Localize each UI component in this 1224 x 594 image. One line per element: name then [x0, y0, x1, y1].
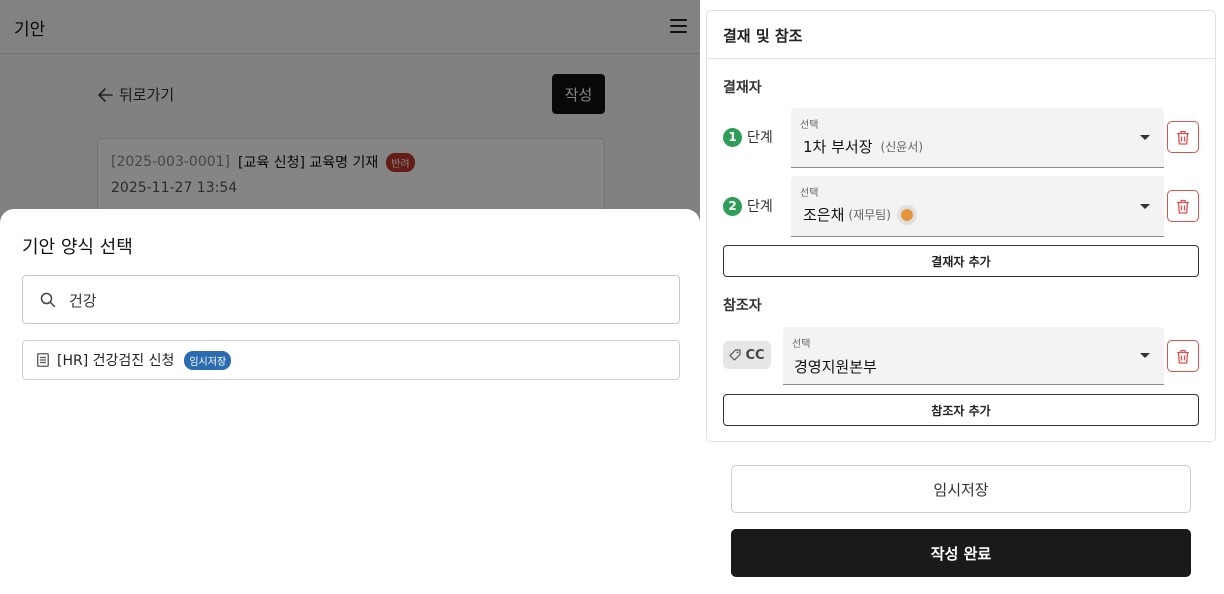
- approver-name: 조은채: [803, 206, 845, 224]
- search-box: [22, 275, 680, 324]
- dropdown-caret-icon: [1140, 135, 1150, 140]
- reference-select-1[interactable]: 선택 경영지원본부: [783, 327, 1164, 385]
- cc-chip: CC: [723, 341, 771, 369]
- delete-approver-button-1[interactable]: [1167, 121, 1199, 153]
- step-number-badge: 2: [723, 196, 742, 216]
- select-caption: 선택: [792, 339, 811, 350]
- select-caption: 선택: [800, 120, 819, 131]
- select-value: 1차 부서장 (신윤서): [803, 136, 923, 157]
- dropdown-caret-icon: [1140, 353, 1150, 358]
- card-header: 결재 및 참조: [707, 11, 1215, 59]
- select-caption: 선택: [800, 188, 819, 199]
- trash-icon: [1177, 130, 1189, 145]
- step-indicator-1: 1 단계: [723, 127, 773, 147]
- references-label: 참조자: [723, 298, 762, 314]
- tag-icon: [729, 349, 742, 361]
- select-value: 조은채 (재무팀): [803, 204, 917, 225]
- submit-button[interactable]: 작성 완료: [731, 529, 1191, 577]
- document-icon: [37, 353, 49, 367]
- sheet-title: 기안 양식 선택: [22, 237, 133, 258]
- avatar: [896, 204, 917, 225]
- reference-name: 경영지원본부: [794, 358, 877, 376]
- left-pane: 기안 뒤로가기 작성 [2025-003-0001] [교육 신청] 교육명 기…: [0, 0, 700, 594]
- search-input[interactable]: [69, 286, 659, 314]
- dropdown-caret-icon: [1140, 204, 1150, 209]
- draft-badge: 임시저장: [184, 350, 232, 370]
- temp-save-button[interactable]: 임시저장: [731, 465, 1191, 513]
- form-select-sheet: 기안 양식 선택 [HR] 건강검진 신청 임시저장: [0, 209, 700, 594]
- delete-approver-button-2[interactable]: [1167, 190, 1199, 222]
- trash-icon: [1177, 349, 1189, 364]
- trash-icon: [1177, 199, 1189, 214]
- search-icon: [40, 292, 56, 308]
- right-pane: 결재 및 참조 결재자 1 단계 선택 1차 부서장 (신윤서) 2 단계 선택…: [700, 0, 1224, 594]
- list-item[interactable]: [HR] 건강검진 신청 임시저장: [22, 340, 680, 380]
- step-label: 단계: [747, 199, 773, 215]
- cc-chip-label: CC: [745, 347, 765, 363]
- delete-reference-button-1[interactable]: [1167, 340, 1199, 372]
- step-number-badge: 1: [723, 127, 742, 147]
- step-label: 단계: [747, 130, 773, 146]
- approver-select-1[interactable]: 선택 1차 부서장 (신윤서): [791, 108, 1164, 168]
- add-approver-button[interactable]: 결재자 추가: [723, 245, 1199, 277]
- step-indicator-2: 2 단계: [723, 196, 773, 216]
- select-value: 경영지원본부: [794, 356, 877, 377]
- approval-card: 결재 및 참조 결재자 1 단계 선택 1차 부서장 (신윤서) 2 단계 선택…: [706, 10, 1216, 442]
- approvers-label: 결재자: [723, 80, 762, 96]
- approver-detail: (신윤서): [880, 140, 923, 154]
- approver-detail: (재무팀): [848, 208, 891, 222]
- approver-select-2[interactable]: 선택 조은채 (재무팀): [791, 176, 1164, 237]
- card-title: 결재 및 참조: [723, 27, 803, 45]
- list-item-label: [HR] 건강검진 신청: [57, 353, 175, 369]
- approver-name: 1차 부서장: [803, 138, 873, 156]
- add-reference-button[interactable]: 참조자 추가: [723, 394, 1199, 426]
